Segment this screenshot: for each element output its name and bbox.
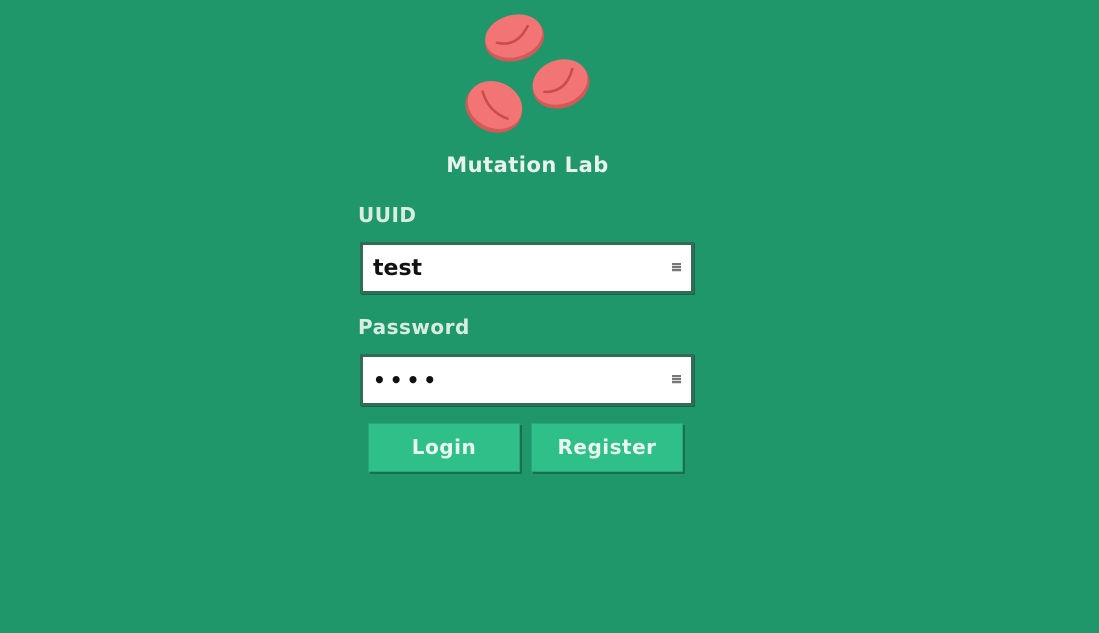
register-button[interactable]: Register <box>531 423 683 472</box>
password-input[interactable] <box>373 357 653 403</box>
uuid-input[interactable] <box>373 245 653 291</box>
autofill-icon[interactable] <box>672 375 681 384</box>
password-label: Password <box>358 315 470 339</box>
blood-cell-right <box>532 59 590 109</box>
blood-cell-top <box>484 14 545 62</box>
app-title: Mutation Lab <box>446 153 609 177</box>
autofill-icon[interactable] <box>672 263 681 272</box>
password-field-box[interactable] <box>360 354 694 406</box>
uuid-label: UUID <box>358 203 417 227</box>
red-blood-cells-icon <box>465 14 590 133</box>
login-page: Mutation Lab UUID Password Login Registe… <box>0 0 1099 633</box>
uuid-field-box[interactable] <box>360 242 694 294</box>
blood-cell-left <box>465 81 523 133</box>
login-button[interactable]: Login <box>368 423 520 472</box>
